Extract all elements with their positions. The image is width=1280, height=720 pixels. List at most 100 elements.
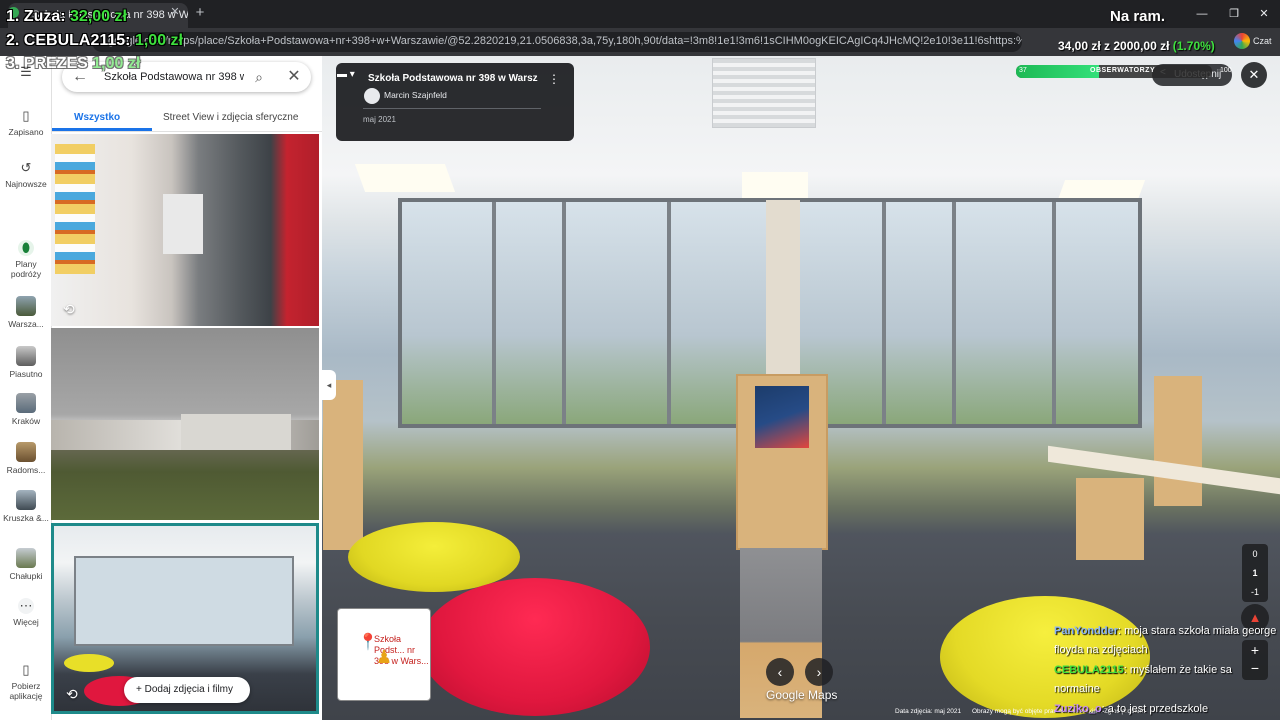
stream-heading: Na ram. bbox=[1110, 8, 1166, 25]
corridor-end bbox=[163, 194, 203, 254]
goal-current: 34,00 zł bbox=[1058, 39, 1101, 53]
rail-item-place[interactable]: Chałupki bbox=[0, 548, 52, 581]
window-close-button[interactable]: ✕ bbox=[1256, 6, 1272, 22]
window-mullion bbox=[1052, 202, 1056, 424]
goal-sep: z bbox=[1100, 39, 1114, 53]
donation-amount: 1,00 zł bbox=[92, 55, 141, 72]
rail-item-more[interactable]: ⋯ Więcej bbox=[0, 598, 52, 627]
street-view-switch-icon[interactable]: ▬ ▾ bbox=[337, 69, 359, 83]
bookshelf bbox=[1154, 376, 1202, 506]
photo-building-exterior[interactable] bbox=[51, 328, 319, 520]
wall-poster bbox=[55, 144, 95, 274]
maximize-button[interactable]: ❐ bbox=[1226, 6, 1242, 22]
place-title[interactable]: Szkoła Podstawowa nr 398 w Warsz... bbox=[368, 73, 538, 84]
donation-goal: 34,00 zł z 2000,00 zł (1.70%) bbox=[1058, 39, 1215, 53]
new-tab-button[interactable]: + bbox=[192, 5, 208, 21]
rail-item-place[interactable]: Warsza... bbox=[0, 296, 52, 329]
column bbox=[766, 200, 800, 380]
add-photos-button[interactable]: + Dodaj zdjęcia i filmy bbox=[124, 677, 250, 703]
floor-level[interactable]: 0 bbox=[1242, 549, 1268, 559]
tab-all[interactable]: Wszystko bbox=[74, 112, 120, 123]
donor-name: 2. CEBULA2115: bbox=[6, 32, 131, 49]
gemini-icon[interactable] bbox=[1234, 33, 1250, 49]
window-mullion bbox=[562, 202, 566, 424]
donation-amount: 32,00 zł bbox=[70, 8, 127, 25]
minimize-button[interactable]: — bbox=[1194, 6, 1210, 22]
donation-ranking-2: 2. CEBULA2115: 1,00 zł bbox=[6, 32, 183, 50]
collapse-panel-button[interactable]: ◂ bbox=[322, 370, 336, 400]
rail-label: Plany podróży bbox=[10, 259, 42, 279]
ceiling-light bbox=[354, 164, 456, 192]
window-mullion bbox=[952, 202, 956, 424]
rail-item-place[interactable]: Kruszka &... bbox=[0, 490, 52, 523]
place-thumbnail bbox=[16, 490, 36, 510]
close-icon[interactable]: ✕ bbox=[285, 68, 303, 86]
chat-message: Zuziko_o: a to jest przedszkole bbox=[1054, 700, 1280, 719]
more-icon: ⋯ bbox=[18, 598, 34, 614]
rail-label: Radoms... bbox=[6, 465, 46, 475]
book-poster bbox=[755, 386, 809, 448]
rail-item-place[interactable]: Piasutno bbox=[0, 346, 52, 379]
donation-ranking-1: 1. Zuza: 32,00 zł bbox=[6, 8, 127, 26]
close-street-view-button[interactable]: ✕ bbox=[1241, 62, 1267, 88]
tab-street-view[interactable]: Street View i zdjęcia sferyczne bbox=[163, 112, 298, 123]
rail-item-place[interactable]: Kraków bbox=[0, 393, 52, 426]
goal-bar-label: OBSERWATORZY bbox=[1090, 67, 1156, 74]
author-avatar bbox=[364, 88, 380, 104]
add-icon: + bbox=[136, 684, 142, 695]
goal-bar-left-count: 37 bbox=[1019, 67, 1027, 74]
ceiling-vent bbox=[712, 58, 816, 128]
rail-item-place[interactable]: Radoms... bbox=[0, 442, 52, 475]
goal-bar-right-count: 100 bbox=[1220, 67, 1232, 74]
previous-photo-button[interactable]: ‹ bbox=[766, 658, 794, 686]
place-thumbnail bbox=[16, 346, 36, 366]
red-pouf bbox=[420, 578, 650, 716]
search-icon[interactable]: ⌕ bbox=[250, 68, 268, 86]
rail-item-get-app[interactable]: ▯ Pobierz aplikację bbox=[0, 662, 52, 701]
goal-progress-fill bbox=[1016, 65, 1099, 78]
rail-item-trips[interactable]: ⬮ Plany podróży bbox=[0, 240, 52, 279]
maps-nav-rail: ☰ ▯ Zapisano ↺ Najnowsze ⬮ Plany podróży Wa… bbox=[0, 56, 52, 720]
google-maps-logo: Google Maps bbox=[766, 688, 838, 702]
photo-date: maj 2021 bbox=[363, 115, 396, 124]
window-mullion bbox=[492, 202, 496, 424]
floor-level[interactable]: -1 bbox=[1242, 587, 1268, 597]
donor-name: 1. Zuza: bbox=[6, 8, 66, 25]
pegman-icon[interactable]: ♟ bbox=[376, 646, 392, 668]
floor-level[interactable]: 1 bbox=[1242, 568, 1268, 578]
bookmark-icon: ▯ bbox=[22, 108, 30, 123]
photo-corridor[interactable]: ⟲ bbox=[51, 134, 319, 326]
tab-divider bbox=[52, 131, 322, 132]
chat-username: Zuziko_o bbox=[1054, 703, 1102, 715]
desk-cabinet bbox=[1076, 478, 1144, 560]
rail-item-saved[interactable]: ▯ Zapisano bbox=[0, 108, 52, 137]
rail-item-recent[interactable]: ↺ Najnowsze bbox=[0, 160, 52, 189]
goal-percent: (1.70%) bbox=[1172, 39, 1215, 53]
rail-label: Pobierz aplikację bbox=[9, 681, 43, 701]
history-icon: ↺ bbox=[20, 160, 32, 175]
rail-label: Więcej bbox=[13, 617, 39, 627]
chat-text: : a to jest przedszkole bbox=[1101, 703, 1209, 715]
donor-name: 3. PREZES bbox=[6, 55, 88, 72]
place-thumbnail bbox=[16, 548, 36, 568]
next-photo-button[interactable]: › bbox=[805, 658, 833, 686]
photo-author[interactable]: Marcin Szajnfeld bbox=[384, 90, 447, 100]
rail-label: Zapisano bbox=[8, 127, 44, 137]
url-input[interactable]: google.com/maps/place/Szkoła+Podstawowa+… bbox=[92, 32, 1022, 52]
chat-label[interactable]: Czat bbox=[1253, 36, 1272, 46]
donation-amount: 1,00 zł bbox=[134, 32, 183, 49]
rail-label: Piasutno bbox=[9, 369, 43, 379]
phone-icon: ▯ bbox=[22, 662, 30, 677]
chat-username: CEBULA2115 bbox=[1054, 664, 1124, 676]
more-vert-icon[interactable]: ⋮ bbox=[548, 73, 560, 85]
footer-photo-date: Data zdjęcia: maj 2021 bbox=[895, 708, 962, 715]
tab-close-icon[interactable]: ✕ bbox=[168, 5, 182, 19]
room-number bbox=[257, 164, 281, 182]
place-thumbnail bbox=[16, 296, 36, 316]
sv-360-icon: ⟲ bbox=[66, 686, 78, 702]
window-mullion bbox=[667, 202, 671, 424]
donation-ranking-3: 3. PREZES 1,00 zł bbox=[6, 55, 140, 73]
building-mural bbox=[181, 414, 291, 450]
chat-message: CEBULA2115: myślałem że takie sa normain… bbox=[1054, 661, 1280, 699]
rail-label: Warsza... bbox=[8, 319, 44, 329]
